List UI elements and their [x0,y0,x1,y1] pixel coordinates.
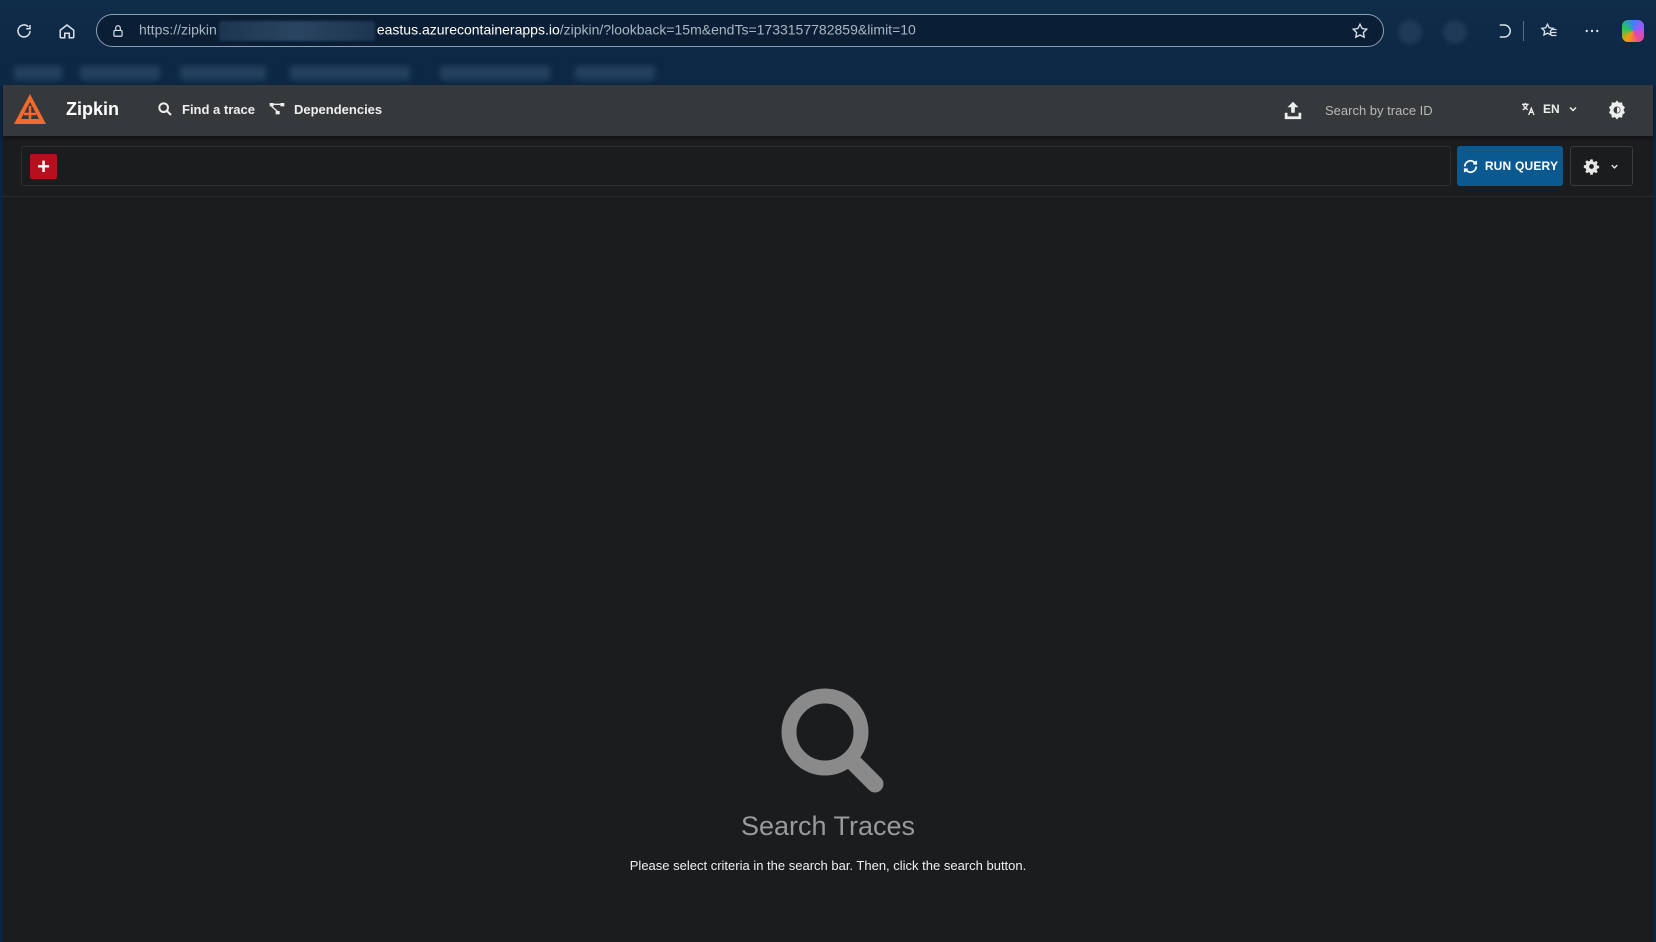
empty-state-message: Please select criteria in the search bar… [629,858,1027,873]
zipkin-app: Zipkin Find a trace Dependencies EN + RU… [3,85,1653,942]
dependencies-icon [269,103,285,115]
bookmark-item[interactable] [80,66,160,80]
bookmark-item[interactable] [14,66,62,80]
extension-icon[interactable] [1398,20,1422,44]
favorite-star-icon[interactable] [1351,22,1369,40]
url-text: https://zipkin eastus.azurecontainerapps.… [139,20,916,41]
language-selector[interactable]: EN [1520,101,1579,117]
refresh-icon [1463,159,1477,173]
toolbar-separator [1523,21,1524,41]
bookmark-item[interactable] [440,66,550,80]
lock-icon [111,24,125,38]
divider [3,196,1653,197]
trace-id-search-input[interactable] [1325,97,1485,123]
chevron-down-icon [1611,164,1618,169]
favorites-icon[interactable] [1533,15,1565,47]
run-query-label: RUN QUERY [1484,159,1559,173]
nav-dependencies[interactable]: Dependencies [269,101,382,117]
app-header: Zipkin Find a trace Dependencies EN [3,85,1653,136]
add-criteria-button[interactable]: + [30,154,57,179]
query-settings-button[interactable] [1570,146,1633,186]
zipkin-logo-icon[interactable] [12,92,48,128]
nav-find-trace-label: Find a trace [182,101,255,117]
browser-toolbar: https://zipkin eastus.azurecontainerapps.… [0,0,1656,62]
empty-state-title: Search Traces [740,811,916,841]
address-bar[interactable]: https://zipkin eastus.azurecontainerapps.… [96,14,1384,47]
gear-icon [1583,158,1600,175]
bookmark-item[interactable] [180,66,266,80]
home-icon[interactable] [51,15,83,47]
language-label: EN [1543,102,1560,116]
theme-toggle-icon[interactable] [1607,100,1627,120]
bookmark-item[interactable] [290,66,410,80]
search-icon [781,688,884,793]
bookmarks-bar [0,62,1656,86]
more-options-icon[interactable] [1576,15,1608,47]
run-query-button[interactable]: RUN QUERY [1457,146,1563,186]
brand-title[interactable]: Zipkin [66,99,119,120]
search-icon [158,102,172,116]
extension-icon[interactable] [1443,20,1467,44]
search-criteria-bar[interactable]: + [21,146,1451,186]
url-redaction [218,20,375,41]
reload-icon[interactable] [8,15,40,47]
nav-dependencies-label: Dependencies [294,101,383,117]
nav-find-trace[interactable]: Find a trace [157,101,255,117]
copilot-icon[interactable] [1622,20,1644,42]
upload-json-icon[interactable] [1282,99,1304,121]
translate-icon [1522,103,1535,116]
bookmark-item[interactable] [575,66,655,80]
split-screen-icon[interactable] [1486,15,1518,47]
chevron-down-icon [1569,106,1577,112]
